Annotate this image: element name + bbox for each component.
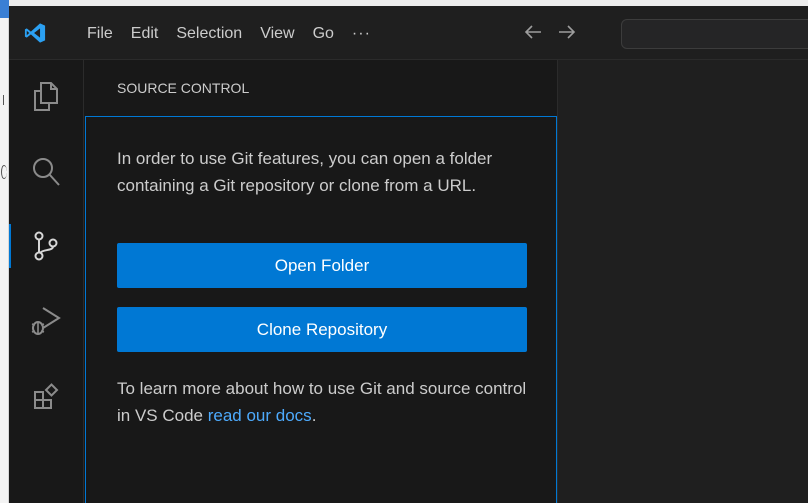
desktop-text-fragment: [3, 95, 8, 105]
run-debug-icon: [31, 307, 61, 335]
desktop-background-strip: [0, 0, 9, 503]
vscode-logo-icon: [24, 23, 46, 43]
title-bar: File Edit Selection View Go ···: [9, 6, 808, 60]
read-docs-link[interactable]: read our docs: [208, 406, 312, 425]
source-control-welcome-panel: In order to use Git features, you can op…: [85, 116, 557, 503]
activity-run-debug[interactable]: [9, 292, 83, 348]
menu-file[interactable]: File: [78, 23, 122, 45]
activity-source-control[interactable]: [9, 218, 83, 274]
clone-repository-button[interactable]: Clone Repository: [117, 307, 527, 352]
forward-arrow-icon[interactable]: [556, 20, 578, 44]
menu-go[interactable]: Go: [304, 23, 343, 45]
menu-view[interactable]: View: [251, 23, 303, 45]
menu-more-icon[interactable]: ···: [343, 23, 380, 45]
open-folder-button[interactable]: Open Folder: [117, 243, 527, 288]
command-center-search[interactable]: [621, 19, 808, 49]
activity-explorer[interactable]: [9, 68, 83, 124]
menu-selection[interactable]: Selection: [167, 23, 251, 45]
files-icon: [34, 82, 58, 111]
learn-more-prefix: To learn more about how to use Git and s…: [117, 379, 527, 425]
activity-extensions[interactable]: [9, 370, 83, 426]
learn-more-suffix: .: [311, 406, 317, 425]
welcome-message: In order to use Git features, you can op…: [117, 149, 493, 195]
menu-edit[interactable]: Edit: [122, 23, 168, 45]
back-arrow-icon[interactable]: [522, 20, 544, 44]
desktop-icon-fragment: [0, 0, 9, 18]
search-icon: [33, 158, 60, 186]
activity-search[interactable]: [9, 144, 83, 200]
learn-more-text: To learn more about how to use Git and s…: [117, 375, 537, 429]
source-control-sidebar: SOURCE CONTROL In order to use Git featu…: [84, 60, 558, 503]
activity-bar: [9, 60, 84, 503]
desktop-text-fragment: [1, 165, 7, 179]
editor-area: [558, 60, 808, 503]
source-control-icon: [34, 231, 58, 261]
extensions-icon: [34, 383, 59, 409]
menu-bar: File Edit Selection View Go ···: [78, 23, 380, 45]
sidebar-title: SOURCE CONTROL: [117, 80, 250, 96]
